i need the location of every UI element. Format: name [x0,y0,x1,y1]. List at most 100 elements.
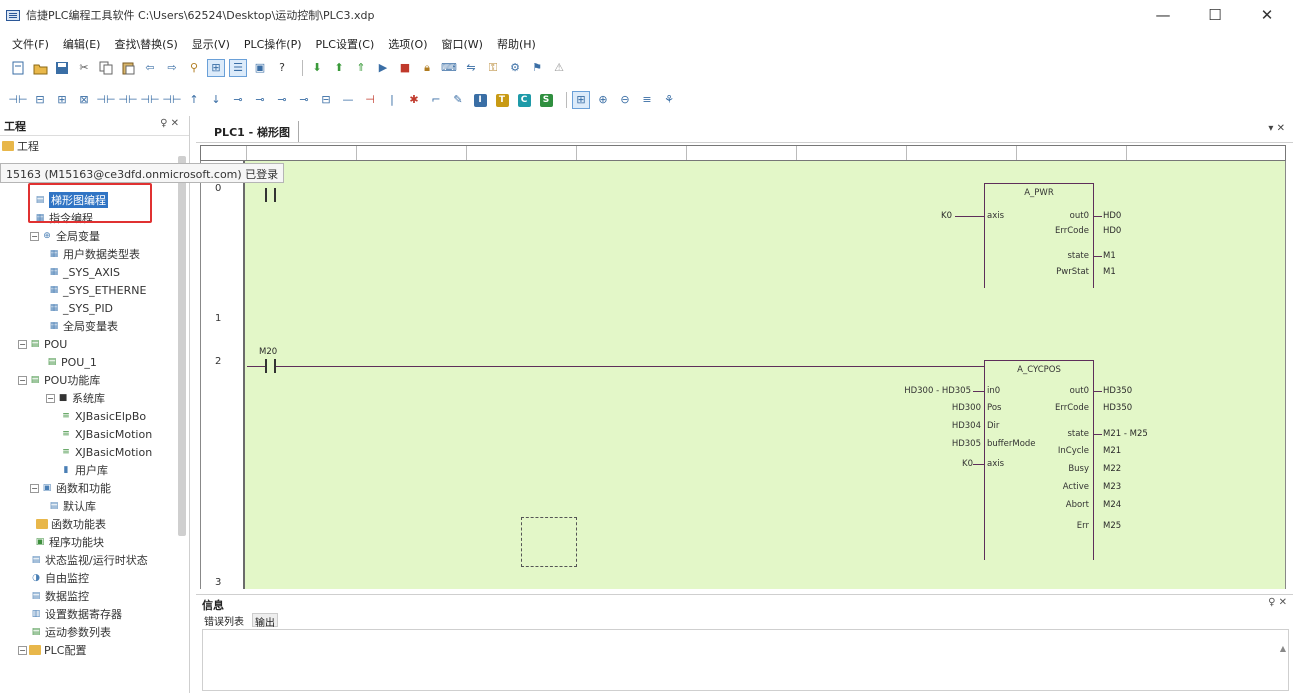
delete-line-icon[interactable]: ⊣ [362,92,378,108]
contact-no-icon[interactable]: ⊣⊢ [8,92,27,108]
upload-icon[interactable]: ⬆ [331,60,347,76]
contact-left-bar[interactable] [265,188,267,202]
coil-reset-icon[interactable]: ⊸ [274,92,290,108]
play-icon[interactable]: ▶ [375,60,391,76]
tree-item-sys-pid[interactable]: ▦ _SYS_PID [48,300,113,316]
minimize-button[interactable]: — [1137,0,1189,30]
find-icon[interactable]: ⚲ [186,60,202,76]
menu-plc-settings[interactable]: PLC设置(C) [316,36,375,52]
tree-item-global-vars[interactable]: − ⊕ 全局变量 [30,228,100,244]
collapse-toggle[interactable]: − [18,645,27,655]
undo-icon[interactable]: ⇦ [142,60,158,76]
panel-pin-close[interactable]: ♀ ✕ [160,118,179,129]
tree-item-pou-library[interactable]: − ▤ POU功能库 [18,372,100,388]
invert-icon[interactable]: ⌐ [428,92,444,108]
warning-icon[interactable]: ⚠ [551,60,567,76]
parallel-no-icon[interactable]: ⊣⊢ [96,92,115,108]
new-file-icon[interactable] [10,60,26,76]
parallel-pulse-icon[interactable]: ⊣⊢ [140,92,159,108]
scroll-up-icon[interactable]: ▲ [1280,644,1286,653]
collapse-toggle[interactable]: − [46,393,55,403]
contact-pulse-icon[interactable]: ⊞ [54,92,70,108]
tree-item-functions[interactable]: − ▣ 函数和功能 [30,480,111,496]
tree-item-sys-axis[interactable]: ▦ _SYS_AXIS [48,264,120,280]
cell-cursor[interactable] [521,517,577,567]
falling-edge-icon[interactable]: ↓ [208,92,224,108]
tree-item-free-monitor[interactable]: ◑ 自由监控 [30,570,89,586]
instruction-i-icon[interactable]: I [472,92,488,108]
tools-icon[interactable]: ⚙ [507,60,523,76]
menu-find-replace[interactable]: 查找\替换(S) [114,36,177,52]
zoom-in-icon[interactable]: ⊕ [595,92,611,108]
function-block-icon[interactable]: ⊟ [318,92,334,108]
menu-file[interactable]: 文件(F) [12,36,49,52]
cut-icon[interactable]: ✂ [76,60,92,76]
lock-icon[interactable]: 🔒︎ [419,60,435,76]
collapse-toggle[interactable]: − [30,483,39,493]
panel-pin-close[interactable]: ♀ ✕ [1268,597,1287,608]
tree-item-function-table[interactable]: 函数功能表 [36,516,106,532]
maximize-button[interactable]: ☐ [1189,0,1241,30]
run-icon[interactable]: ⇑ [353,60,369,76]
collapse-toggle[interactable]: − [18,339,27,349]
contact-right-bar[interactable] [274,188,276,202]
tree-item-xjbasic-2[interactable]: ≡ XJBasicMotion [60,426,152,442]
menu-help[interactable]: 帮助(H) [497,36,536,52]
tree-item-user-types[interactable]: ▦ 用户数据类型表 [48,246,140,262]
structure-icon[interactable]: ≡ [639,92,655,108]
tab-plc1-ladder[interactable]: PLC1 - 梯形图 [206,121,300,142]
stop-icon[interactable]: ■ [397,60,413,76]
menu-plc-operation[interactable]: PLC操作(P) [244,36,302,52]
tree-item-plc-config[interactable]: − PLC配置 [18,642,86,658]
coil-icon[interactable]: ⊸ [230,92,246,108]
grid-icon[interactable]: ⊞ [572,91,590,109]
menu-view[interactable]: 显示(V) [192,36,230,52]
save-icon[interactable] [54,60,70,76]
tree-item-status-monitor[interactable]: ▤ 状态监视/运行时状态 [30,552,148,568]
menu-edit[interactable]: 编辑(E) [63,36,101,52]
flag-icon[interactable]: ⚑ [529,60,545,76]
coil-set-icon[interactable]: ⊸ [252,92,268,108]
compare-icon[interactable]: ⇋ [463,60,479,76]
tree-item-pou[interactable]: − ▤ POU [18,336,67,352]
instruction-view-icon[interactable]: ☰ [229,59,247,77]
tree-item-data-monitor[interactable]: ▤ 数据监控 [30,588,89,604]
contact-nc-icon[interactable]: ⊟ [32,92,48,108]
instruction-c-icon[interactable]: C [516,92,532,108]
instruction-s-icon[interactable]: S [538,92,554,108]
menu-options[interactable]: 选项(O) [388,36,427,52]
tree-item-system-lib[interactable]: − ■ 系统库 [46,390,105,406]
tree-item-user-lib[interactable]: ▮ 用户库 [60,462,108,478]
contact-neg-icon[interactable]: ⊠ [76,92,92,108]
menu-window[interactable]: 窗口(W) [442,36,483,52]
comment-icon[interactable]: ✎ [450,92,466,108]
tree-item-motion-params[interactable]: ▤ 运动参数列表 [30,624,111,640]
parallel-nc-icon[interactable]: ⊣⊢ [118,92,137,108]
tab-error-list[interactable]: 错误列表 [202,613,246,628]
ladder-view-icon[interactable]: ⊞ [207,59,225,77]
coil-pulse-icon[interactable]: ⊸ [296,92,312,108]
rising-edge-icon[interactable]: ↑ [186,92,202,108]
debug-icon[interactable]: ⚘ [661,92,677,108]
help-icon[interactable]: ? [274,60,290,76]
horizontal-line-icon[interactable]: — [340,92,356,108]
contact-left-bar[interactable] [265,359,267,373]
close-button[interactable]: ✕ [1241,0,1293,30]
project-panel-scrollbar[interactable] [178,156,186,536]
ladder-editor[interactable]: 0 1 2 3 A_PWR K0 axis out0 ErrCode state… [200,161,1286,589]
tab-menu-button[interactable]: ▾ ✕ [1268,123,1285,134]
tree-item-data-registers[interactable]: ▥ 设置数据寄存器 [30,606,122,622]
tree-item-pou1[interactable]: ▤ POU_1 [46,354,97,370]
block-icon[interactable]: ▣ [252,60,268,76]
tree-item-global-var-table[interactable]: ▦ 全局变量表 [48,318,118,334]
collapse-toggle[interactable]: − [30,231,39,241]
tree-item-default-lib[interactable]: ▤ 默认库 [48,498,96,514]
vertical-line-icon[interactable]: | [384,92,400,108]
copy-icon[interactable] [98,60,114,76]
download-icon[interactable]: ⬇ [309,60,325,76]
tree-item-sys-ethernet[interactable]: ▦ _SYS_ETHERNE [48,282,147,298]
key-icon[interactable]: ⚿ [485,60,501,76]
collapse-toggle[interactable]: − [18,375,27,385]
delete-vertical-icon[interactable]: ✱ [406,92,422,108]
parallel-neg-icon[interactable]: ⊣⊢ [162,92,181,108]
